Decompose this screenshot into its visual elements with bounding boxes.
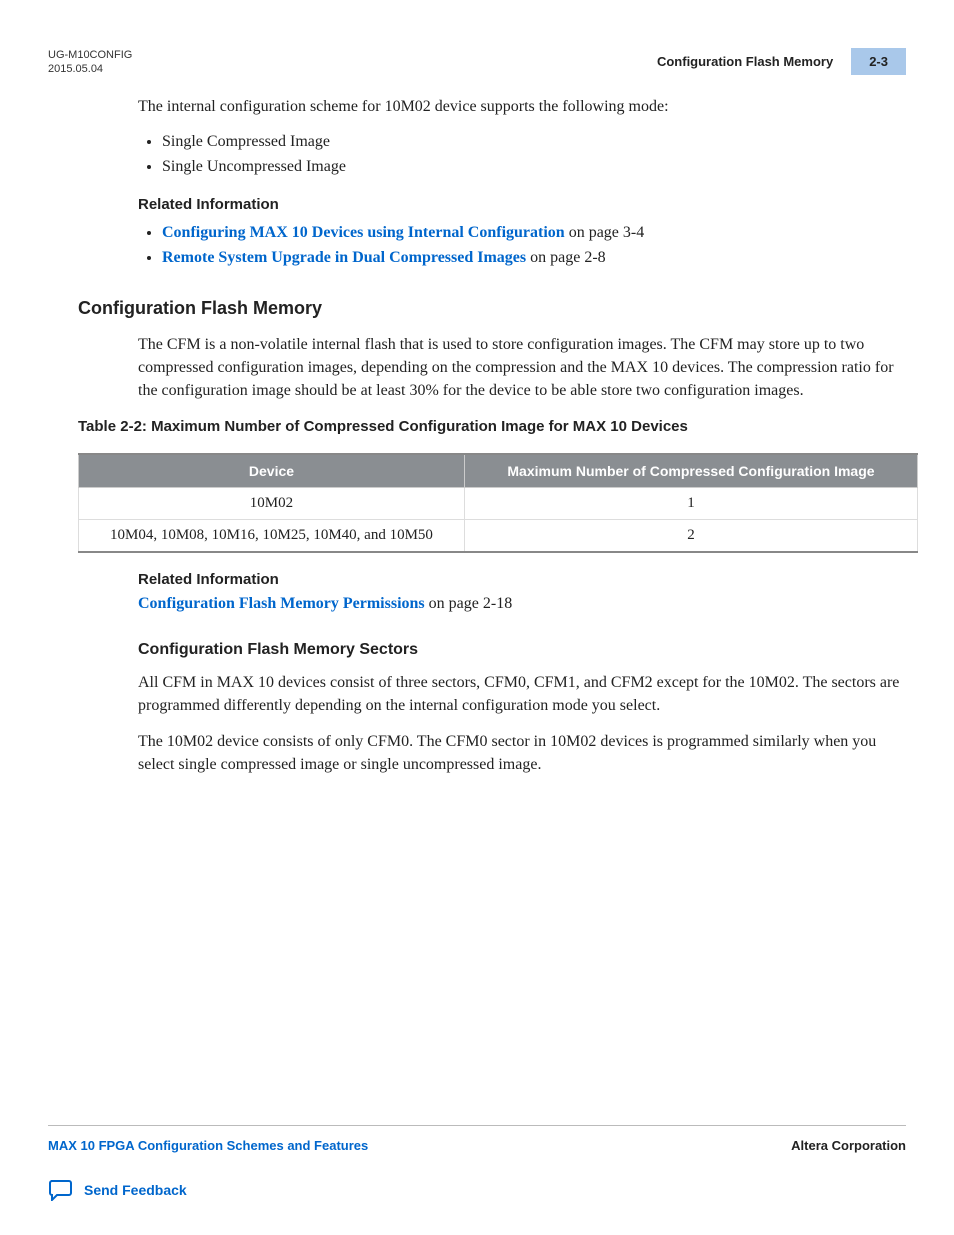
list-item: Configuring MAX 10 Devices using Interna… <box>162 221 906 244</box>
related-information-heading: Related Information <box>138 196 906 213</box>
list-item: Single Uncompressed Image <box>162 155 906 178</box>
sectors-paragraph-1: All CFM in MAX 10 devices consist of thr… <box>138 671 906 717</box>
send-feedback[interactable]: Send Feedback <box>48 1179 906 1201</box>
subsection-heading-sectors: Configuration Flash Memory Sectors <box>138 641 906 659</box>
related-info-list: Configuring MAX 10 Devices using Interna… <box>138 221 906 269</box>
related-info-2: Configuration Flash Memory Permissions o… <box>138 592 906 615</box>
header-doc-meta: UG-M10CONFIG 2015.05.04 <box>48 48 132 77</box>
table-cell: 1 <box>464 488 917 520</box>
send-feedback-label: Send Feedback <box>84 1182 187 1198</box>
mode-list: Single Compressed Image Single Uncompres… <box>138 130 906 178</box>
header-right: Configuration Flash Memory 2-3 <box>657 48 906 75</box>
doc-date: 2015.05.04 <box>48 62 132 76</box>
doc-id: UG-M10CONFIG <box>48 48 132 62</box>
footer-left-link[interactable]: MAX 10 FPGA Configuration Schemes and Fe… <box>48 1138 368 1153</box>
page-number-box: 2-3 <box>851 48 906 75</box>
link-suffix: on page 3-4 <box>565 224 645 241</box>
speech-bubble-icon <box>48 1179 74 1201</box>
table-header-row: Device Maximum Number of Compressed Conf… <box>79 454 918 488</box>
link-remote-system-upgrade[interactable]: Remote System Upgrade in Dual Compressed… <box>162 249 526 266</box>
link-suffix: on page 2-8 <box>526 249 606 266</box>
table-row: 10M04, 10M08, 10M16, 10M25, 10M40, and 1… <box>79 520 918 553</box>
table-caption: Table 2-2: Maximum Number of Compressed … <box>78 418 906 435</box>
footer-corporation: Altera Corporation <box>791 1138 906 1153</box>
table-cell: 10M04, 10M08, 10M16, 10M25, 10M40, and 1… <box>79 520 465 553</box>
page-footer: MAX 10 FPGA Configuration Schemes and Fe… <box>48 1125 906 1201</box>
link-configuring-max10[interactable]: Configuring MAX 10 Devices using Interna… <box>162 224 565 241</box>
header-title: Configuration Flash Memory <box>657 54 833 69</box>
footer-row: MAX 10 FPGA Configuration Schemes and Fe… <box>48 1138 906 1153</box>
link-suffix: on page 2-18 <box>425 595 513 612</box>
table-cell: 2 <box>464 520 917 553</box>
table-cell: 10M02 <box>79 488 465 520</box>
table-header-cell: Device <box>79 454 465 488</box>
page-header: UG-M10CONFIG 2015.05.04 Configuration Fl… <box>48 48 906 77</box>
table-row: 10M02 1 <box>79 488 918 520</box>
related-information-heading-2: Related Information <box>138 571 906 588</box>
list-item: Single Compressed Image <box>162 130 906 153</box>
cfm-paragraph: The CFM is a non-volatile internal flash… <box>138 333 906 403</box>
list-item: Remote System Upgrade in Dual Compressed… <box>162 246 906 269</box>
link-cfm-permissions[interactable]: Configuration Flash Memory Permissions <box>138 595 425 612</box>
sectors-paragraph-2: The 10M02 device consists of only CFM0. … <box>138 730 906 776</box>
table-compressed-image: Device Maximum Number of Compressed Conf… <box>78 453 918 553</box>
section-heading-cfm: Configuration Flash Memory <box>78 298 906 319</box>
intro-paragraph: The internal configuration scheme for 10… <box>138 95 906 118</box>
table-header-cell: Maximum Number of Compressed Configurati… <box>464 454 917 488</box>
